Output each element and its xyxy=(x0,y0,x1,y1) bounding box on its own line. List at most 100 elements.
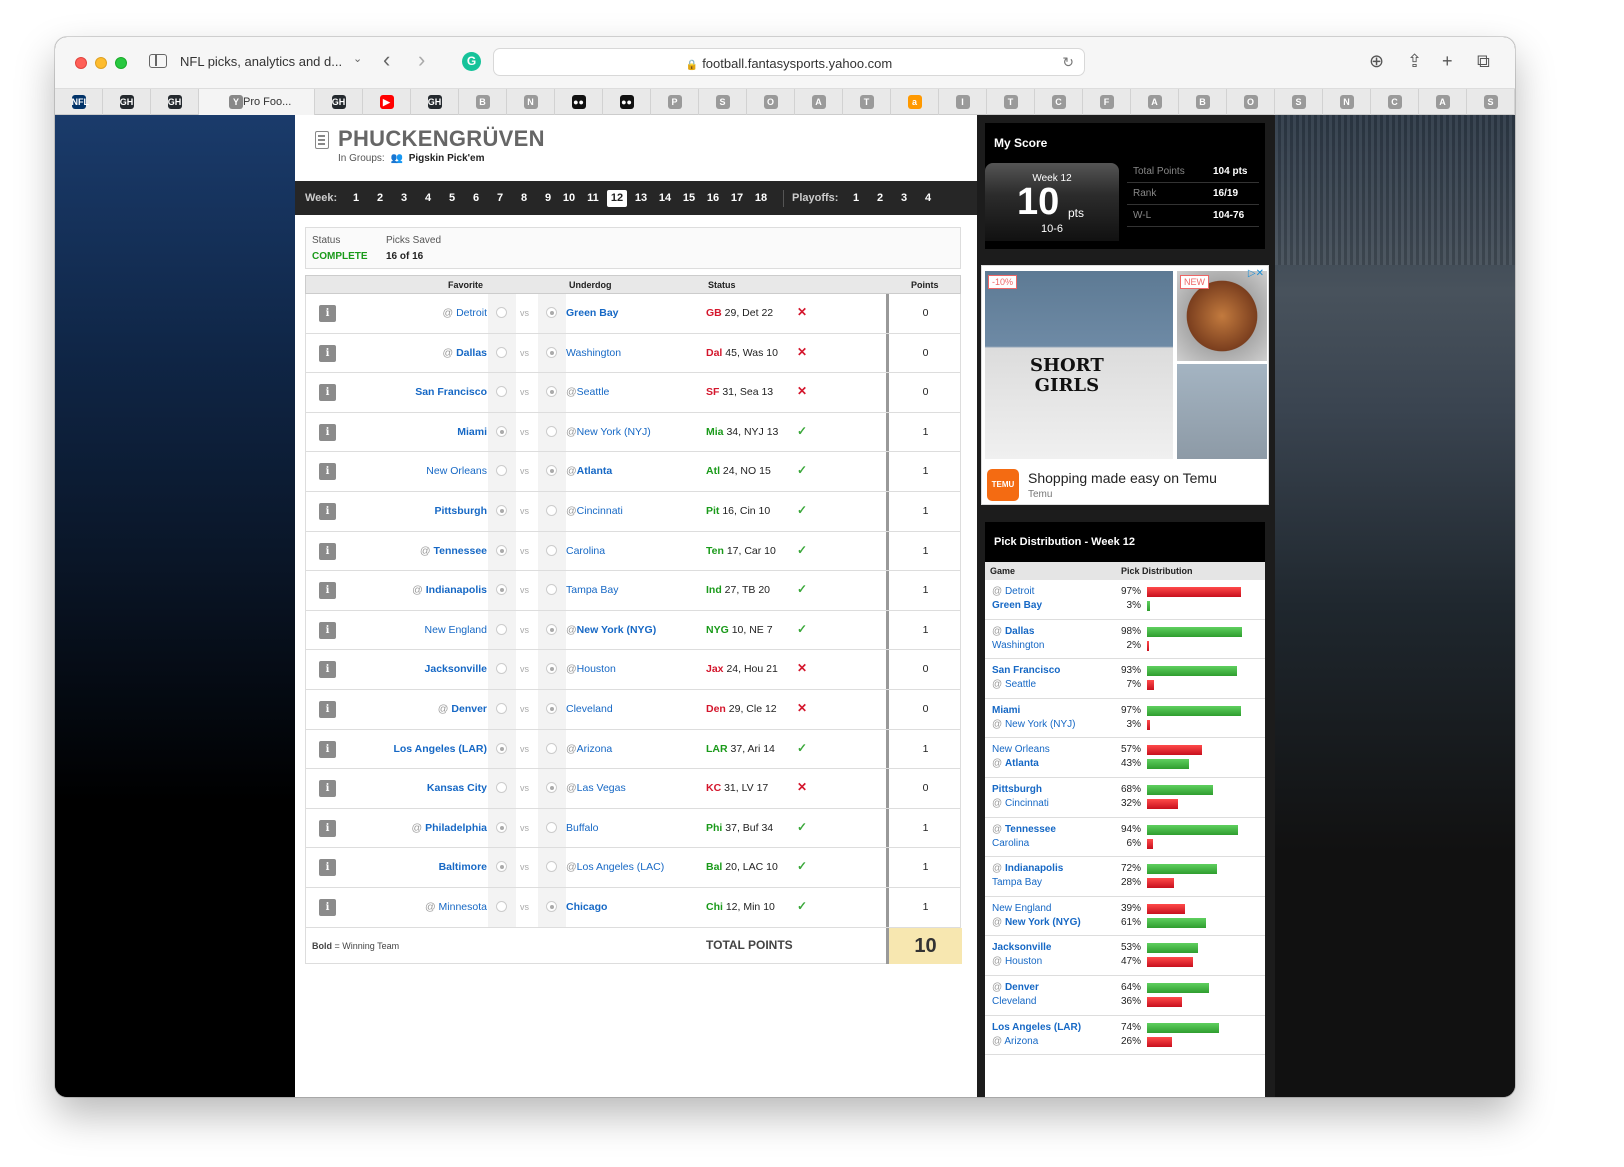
info-button[interactable]: i xyxy=(319,898,336,916)
tab-title[interactable]: NFL picks, analytics and d... xyxy=(180,54,342,69)
info-button[interactable]: i xyxy=(319,700,336,718)
favorite-tab[interactable]: GH xyxy=(103,89,151,115)
underdog-team[interactable]: Carolina xyxy=(566,545,605,557)
favorite-team[interactable]: Miami xyxy=(457,426,487,438)
favorite-radio[interactable] xyxy=(496,425,507,437)
favorite-team[interactable]: Baltimore xyxy=(439,861,487,873)
favorite-tab[interactable]: O xyxy=(747,89,795,115)
info-button[interactable]: i xyxy=(319,542,336,560)
favorite-tab[interactable]: S xyxy=(1467,89,1515,115)
favorite-tab[interactable]: A xyxy=(1131,89,1179,115)
favorite-tab[interactable]: P xyxy=(651,89,699,115)
adchoices-icon[interactable]: ▷✕ xyxy=(1248,268,1264,279)
favorite-radio[interactable] xyxy=(496,544,507,556)
favorite-tab[interactable]: ●● xyxy=(555,89,603,115)
favorite-team[interactable]: Pittsburgh xyxy=(435,505,488,517)
favorite-tab[interactable]: GH xyxy=(315,89,363,115)
underdog-radio[interactable] xyxy=(546,504,557,516)
underdog-radio[interactable] xyxy=(546,782,557,794)
playoff-week-link[interactable]: 1 xyxy=(846,192,866,204)
info-button[interactable]: i xyxy=(319,859,336,877)
favorite-tab[interactable]: GH xyxy=(411,89,459,115)
favorite-tab[interactable]: N xyxy=(507,89,555,115)
playoff-week-link[interactable]: 2 xyxy=(870,192,890,204)
favorite-team[interactable]: Jacksonville xyxy=(425,663,487,675)
week-link[interactable]: 15 xyxy=(679,192,699,204)
team-1[interactable]: New England xyxy=(992,903,1051,914)
underdog-team[interactable]: @Atlanta xyxy=(566,465,612,477)
team-1[interactable]: Pittsburgh xyxy=(992,784,1042,795)
ad-title[interactable]: Shopping made easy on Temu xyxy=(1028,470,1217,486)
underdog-team[interactable]: @Las Vegas xyxy=(566,782,626,794)
grammarly-extension-icon[interactable]: G xyxy=(462,52,481,71)
favorite-tab[interactable]: B xyxy=(459,89,507,115)
week-link[interactable]: 8 xyxy=(514,192,534,204)
week-link[interactable]: 9 xyxy=(538,192,558,204)
team-2[interactable]: @ Cincinnati xyxy=(992,798,1049,809)
week-link[interactable]: 1 xyxy=(346,192,366,204)
favorite-radio[interactable] xyxy=(496,821,507,833)
favorite-radio[interactable] xyxy=(496,861,507,873)
underdog-radio[interactable] xyxy=(546,307,557,318)
team-1[interactable]: @ Dallas xyxy=(992,626,1034,637)
team-2[interactable]: @ Houston xyxy=(992,956,1042,967)
team-2[interactable]: Washington xyxy=(992,640,1044,651)
favorite-tab[interactable]: A xyxy=(795,89,843,115)
favorite-radio[interactable] xyxy=(496,623,507,635)
team-1[interactable]: Jacksonville xyxy=(992,942,1051,953)
favorite-team[interactable]: @ Dallas xyxy=(442,347,487,359)
underdog-team[interactable]: @Arizona xyxy=(566,743,612,755)
favorite-radio[interactable] xyxy=(496,584,507,596)
week-link[interactable]: 2 xyxy=(370,192,390,204)
playoff-week-link[interactable]: 3 xyxy=(894,192,914,204)
info-button[interactable]: i xyxy=(319,740,336,758)
favorite-tab[interactable]: B xyxy=(1179,89,1227,115)
info-button[interactable]: i xyxy=(319,621,336,639)
underdog-radio[interactable] xyxy=(546,861,557,873)
underdog-team[interactable]: Cleveland xyxy=(566,703,613,715)
week-link[interactable]: 4 xyxy=(418,192,438,204)
info-button[interactable]: i xyxy=(319,780,336,798)
team-1[interactable]: @ Denver xyxy=(992,982,1039,993)
favorite-team[interactable]: Kansas City xyxy=(427,782,487,794)
underdog-team[interactable]: Tampa Bay xyxy=(566,584,619,596)
favorite-tab[interactable]: I xyxy=(939,89,987,115)
ad-shirt-image[interactable]: SHORT GIRLS xyxy=(985,271,1173,459)
week-link[interactable]: 10 xyxy=(559,192,579,204)
favorite-tab[interactable]: Y Pro Foo... xyxy=(199,89,315,115)
close-window-button[interactable] xyxy=(75,57,87,69)
favorite-radio[interactable] xyxy=(496,900,507,912)
underdog-radio[interactable] xyxy=(546,544,557,556)
favorite-tab[interactable]: T xyxy=(987,89,1035,115)
underdog-team[interactable]: Washington xyxy=(566,347,621,359)
favorite-team[interactable]: Los Angeles (LAR) xyxy=(393,743,487,755)
favorite-radio[interactable] xyxy=(496,465,507,477)
favorite-tab[interactable]: C xyxy=(1371,89,1419,115)
info-button[interactable]: i xyxy=(319,423,336,441)
underdog-team[interactable]: @Los Angeles (LAC) xyxy=(566,861,664,873)
underdog-radio[interactable] xyxy=(546,623,557,635)
info-button[interactable]: i xyxy=(319,344,336,362)
underdog-team[interactable]: @New York (NYJ) xyxy=(566,426,651,438)
week-link[interactable]: 3 xyxy=(394,192,414,204)
team-1[interactable]: @ Indianapolis xyxy=(992,863,1063,874)
week-link[interactable]: 14 xyxy=(655,192,675,204)
underdog-radio[interactable] xyxy=(546,465,557,477)
underdog-radio[interactable] xyxy=(546,584,557,596)
favorite-tab[interactable]: ●● xyxy=(603,89,651,115)
underdog-team[interactable]: @Cincinnati xyxy=(566,505,623,517)
team-2[interactable]: Carolina xyxy=(992,838,1029,849)
info-button[interactable]: i xyxy=(319,661,336,679)
advertisement[interactable]: SHORT GIRLS -10% NEW ▷✕ TEMU Shopping mad… xyxy=(981,265,1269,505)
team-1[interactable]: San Francisco xyxy=(992,665,1060,676)
team-1[interactable]: @ Tennessee xyxy=(992,824,1056,835)
week-link[interactable]: 5 xyxy=(442,192,462,204)
team-2[interactable]: @ New York (NYJ) xyxy=(992,719,1076,730)
team-2[interactable]: @ Seattle xyxy=(992,679,1036,690)
favorite-radio[interactable] xyxy=(496,782,507,794)
info-button[interactable]: i xyxy=(319,384,336,402)
favorite-tab[interactable]: O xyxy=(1227,89,1275,115)
underdog-radio[interactable] xyxy=(546,821,557,833)
favorite-tab[interactable]: C xyxy=(1035,89,1083,115)
favorite-team[interactable]: @ Tennessee xyxy=(420,545,487,557)
